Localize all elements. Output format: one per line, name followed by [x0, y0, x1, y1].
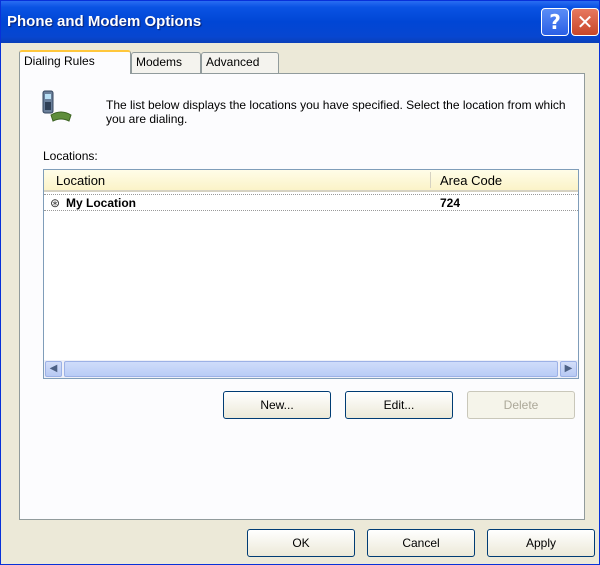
area-code: 724 [440, 196, 461, 210]
tab-modems[interactable]: Modems [131, 52, 201, 73]
delete-location-button[interactable]: Delete [467, 391, 575, 419]
column-header-area-code[interactable]: Area Code [440, 173, 502, 188]
column-separator[interactable] [430, 172, 431, 188]
locations-list[interactable]: Location Area Code ⊛ My Location 724 ◀ ▶ [43, 169, 579, 379]
phone-modem-options-window: Phone and Modem Options ? ✕ Dialing Rule… [0, 0, 600, 565]
table-row[interactable]: ⊛ My Location 724 [44, 194, 578, 211]
tab-advanced[interactable]: Advanced [201, 52, 279, 73]
scroll-left-button[interactable]: ◀ [45, 361, 62, 377]
help-button[interactable]: ? [541, 8, 569, 36]
instructions-text: The list below displays the locations yo… [106, 98, 566, 126]
horizontal-scrollbar[interactable]: ◀ ▶ [44, 360, 578, 378]
scroll-thumb[interactable] [64, 361, 558, 377]
location-pin-icon: ⊛ [49, 196, 61, 210]
phone-location-icon [37, 89, 77, 129]
cancel-button[interactable]: Cancel [367, 529, 475, 557]
column-header-location[interactable]: Location [56, 173, 105, 188]
location-name: My Location [66, 196, 137, 210]
apply-button[interactable]: Apply [487, 529, 595, 557]
ok-button[interactable]: OK [247, 529, 355, 557]
close-button[interactable]: ✕ [571, 8, 599, 36]
scroll-right-button[interactable]: ▶ [560, 361, 577, 377]
tab-dialing-rules[interactable]: Dialing Rules [19, 50, 131, 74]
list-header: Location Area Code [44, 170, 578, 192]
title-bar[interactable]: Phone and Modem Options ? ✕ [1, 1, 599, 43]
new-location-button[interactable]: New... [223, 391, 331, 419]
edit-location-button[interactable]: Edit... [345, 391, 453, 419]
window-title: Phone and Modem Options [7, 13, 202, 30]
locations-label: Locations: [43, 149, 98, 163]
